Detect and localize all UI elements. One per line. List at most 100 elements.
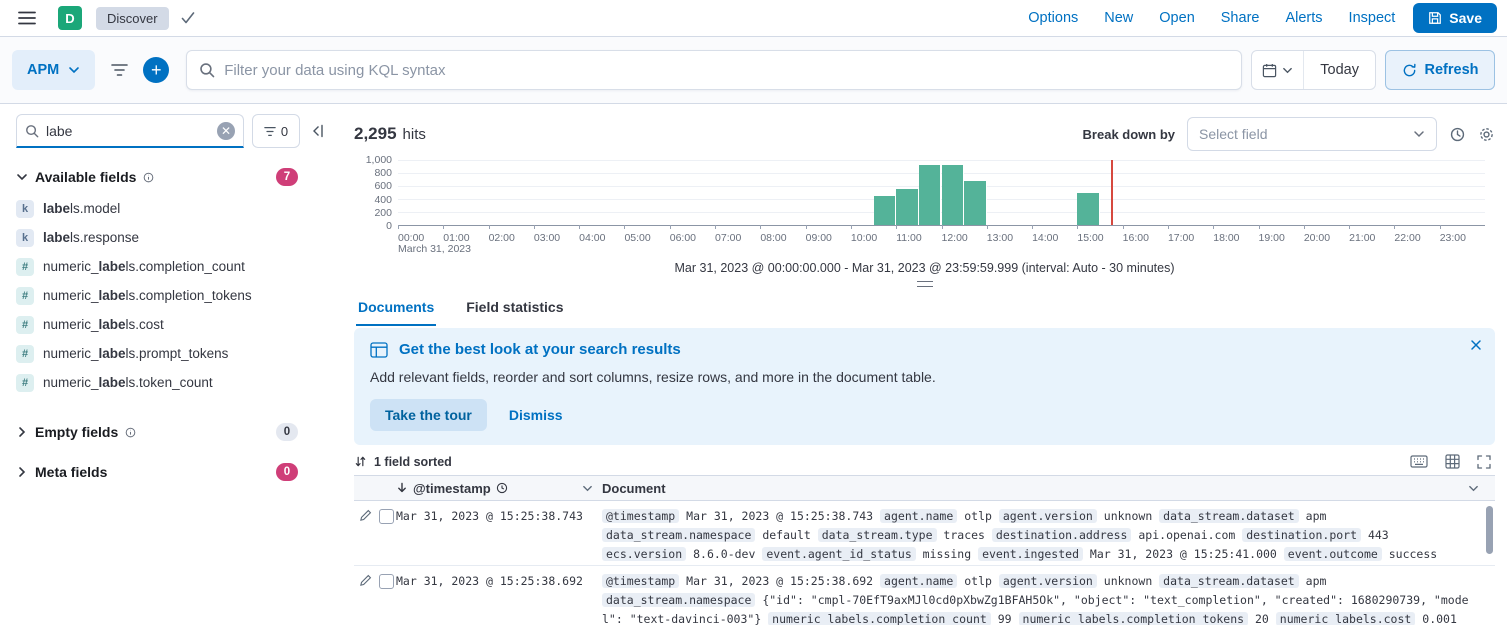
field-item[interactable]: # numeric_labels.cost — [16, 310, 324, 339]
empty-fields-header[interactable]: Empty fields 0 — [16, 423, 324, 441]
y-tick-label: 200 — [374, 207, 392, 219]
filter-icon[interactable] — [104, 55, 134, 85]
clear-search-icon[interactable]: ✕ — [217, 122, 235, 140]
date-picker[interactable]: Today — [1251, 50, 1376, 90]
histogram-bar[interactable] — [964, 181, 987, 225]
search-icon — [199, 62, 215, 78]
x-tick — [1349, 225, 1350, 229]
field-item[interactable]: k labels.response — [16, 223, 324, 252]
chevron-down-icon — [1282, 65, 1293, 76]
field-item[interactable]: # numeric_labels.prompt_tokens — [16, 339, 324, 368]
table-body: Mar 31, 2023 @ 15:25:38.743 @timestamp M… — [354, 501, 1495, 625]
histogram-bar[interactable] — [1077, 193, 1100, 225]
history-icon[interactable] — [1449, 126, 1466, 143]
date-quick-label[interactable]: Today — [1304, 62, 1375, 78]
edit-icon[interactable] — [359, 509, 372, 522]
nav-inspect[interactable]: Inspect — [1349, 10, 1396, 26]
field-item[interactable]: # numeric_labels.completion_count — [16, 252, 324, 281]
field-item[interactable]: k labels.model — [16, 194, 324, 223]
field-search-field[interactable] — [46, 123, 210, 139]
row-checkbox[interactable] — [379, 509, 394, 524]
collapse-sidebar-icon[interactable] — [310, 124, 324, 138]
nav-open[interactable]: Open — [1159, 10, 1194, 26]
gear-icon[interactable] — [1478, 126, 1495, 143]
take-tour-button[interactable]: Take the tour — [370, 399, 487, 431]
field-type-filter-button[interactable]: 0 — [252, 114, 300, 148]
row-checkbox[interactable] — [379, 574, 394, 589]
x-tick — [579, 225, 580, 229]
available-fields-header[interactable]: Available fields 7 — [16, 168, 324, 186]
field-chip: data_stream.namespace — [602, 593, 755, 607]
deployment-avatar[interactable]: D — [58, 6, 82, 30]
table-row[interactable]: Mar 31, 2023 @ 15:25:38.743 @timestamp M… — [354, 501, 1495, 566]
date-picker-menu[interactable] — [1252, 51, 1304, 89]
vertical-scrollbar[interactable] — [1486, 506, 1493, 554]
data-view-picker[interactable]: APM — [12, 50, 95, 90]
grid-view-icon[interactable] — [1445, 454, 1460, 469]
breakdown-select[interactable]: Select field — [1187, 117, 1437, 151]
x-tick — [806, 225, 807, 229]
kql-search-input[interactable] — [186, 50, 1242, 90]
chevron-right-icon — [16, 466, 28, 478]
nav-new[interactable]: New — [1104, 10, 1133, 26]
field-chip: numeric_labels.completion_count — [768, 612, 991, 625]
refresh-button[interactable]: Refresh — [1385, 50, 1495, 90]
document-column-header[interactable]: Document — [602, 481, 666, 496]
sorted-fields-button[interactable]: 1 field sorted — [374, 455, 452, 469]
field-chip: @timestamp — [602, 509, 679, 523]
keyboard-icon[interactable] — [1410, 455, 1428, 468]
meta-fields-header[interactable]: Meta fields 0 — [16, 463, 324, 481]
save-button[interactable]: Save — [1413, 3, 1497, 33]
tab-field-statistics[interactable]: Field statistics — [464, 293, 565, 326]
nav-alerts[interactable]: Alerts — [1285, 10, 1322, 26]
histogram-bar[interactable] — [874, 196, 897, 225]
tab-documents[interactable]: Documents — [356, 293, 436, 326]
fullscreen-icon[interactable] — [1477, 455, 1491, 469]
field-item[interactable]: # numeric_labels.token_count — [16, 368, 324, 397]
breadcrumb[interactable]: Discover — [96, 7, 169, 30]
histogram-chart[interactable]: 1,0008006004002000 00:0001:0002:0003:000… — [354, 155, 1495, 249]
field-name: numeric_labels.prompt_tokens — [43, 346, 228, 361]
funnel-icon — [264, 126, 276, 137]
field-chip: numeric_labels.cost — [1276, 612, 1416, 625]
field-item[interactable]: # numeric_labels.completion_tokens — [16, 281, 324, 310]
kql-input-field[interactable] — [224, 62, 1229, 79]
field-search-input[interactable]: ✕ — [16, 114, 244, 148]
field-type-icon: k — [16, 229, 34, 247]
histogram-bar[interactable] — [942, 165, 965, 225]
histogram-bar[interactable] — [919, 165, 942, 225]
close-icon[interactable] — [1470, 339, 1482, 351]
calendar-icon — [1262, 63, 1277, 78]
field-chip: data_stream.namespace — [602, 528, 755, 542]
dismiss-button[interactable]: Dismiss — [509, 407, 563, 423]
chart-resize-handle[interactable] — [917, 281, 933, 287]
field-chip: agent.name — [880, 574, 957, 588]
result-tabs: Documents Field statistics — [354, 293, 1495, 326]
add-filter-button[interactable]: + — [143, 57, 169, 83]
field-name: numeric_labels.completion_tokens — [43, 288, 252, 303]
callout-title: Get the best look at your search results — [399, 341, 681, 358]
nav-share[interactable]: Share — [1221, 10, 1260, 26]
timestamp-column-header[interactable]: @timestamp — [413, 481, 491, 496]
x-tick — [489, 225, 490, 229]
search-icon — [25, 124, 39, 138]
column-menu-icon[interactable] — [1468, 483, 1479, 494]
column-menu-icon[interactable] — [582, 483, 593, 494]
hits-label: hits — [403, 126, 426, 143]
x-tick — [987, 225, 988, 229]
x-tick — [1304, 225, 1305, 229]
field-chip: agent.name — [880, 509, 957, 523]
menu-icon[interactable] — [10, 3, 44, 33]
x-tick-label: 15:00 — [1077, 232, 1103, 244]
x-tick — [1168, 225, 1169, 229]
chevron-down-icon — [16, 171, 28, 183]
table-row[interactable]: Mar 31, 2023 @ 15:25:38.692 @timestamp M… — [354, 566, 1495, 625]
edit-icon[interactable] — [359, 574, 372, 587]
x-tick — [1213, 225, 1214, 229]
clock-icon — [496, 482, 508, 494]
sort-desc-icon — [396, 482, 408, 494]
nav-options[interactable]: Options — [1028, 10, 1078, 26]
x-tick-label: 07:00 — [715, 232, 741, 244]
histogram-bar[interactable] — [896, 189, 919, 225]
chevron-down-icon — [68, 64, 80, 76]
